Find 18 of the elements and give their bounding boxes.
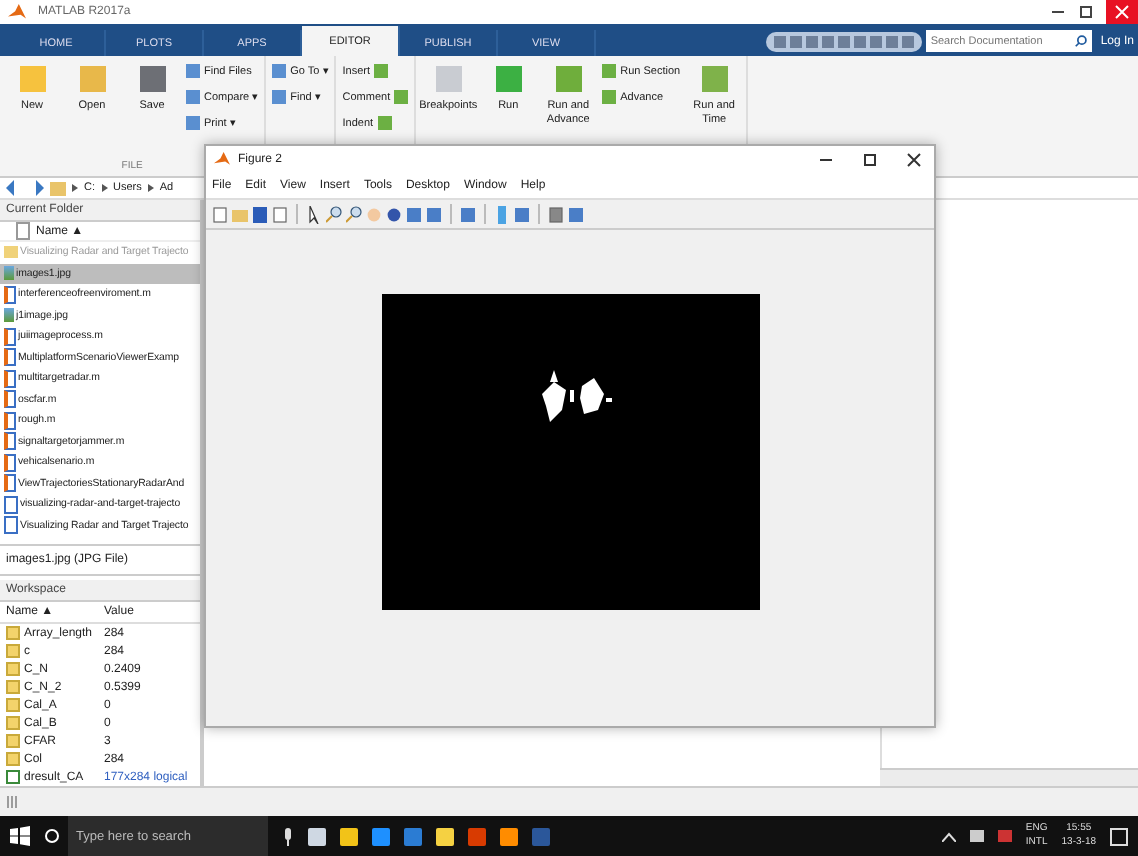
- command-prompt-icon: [6, 796, 20, 808]
- path-separator-icon: [72, 184, 78, 192]
- pointer-icon[interactable]: [306, 205, 322, 223]
- path-separator-icon: [101, 184, 107, 192]
- microphone-icon[interactable]: [282, 827, 294, 845]
- cortana-circle-icon[interactable]: [44, 828, 60, 844]
- zoomout-icon[interactable]: [346, 205, 362, 223]
- maximize-icon[interactable]: [862, 152, 878, 168]
- windows-start-icon[interactable]: [10, 826, 30, 846]
- close-icon[interactable]: [906, 152, 922, 168]
- zoomin-icon[interactable]: [326, 205, 342, 223]
- up-chevron-icon[interactable]: [941, 831, 956, 841]
- matlab-logo-icon: [214, 152, 230, 168]
- restore-icon[interactable]: [1078, 4, 1094, 20]
- notification-icon[interactable]: [1110, 827, 1128, 845]
- path-separator-icon: [147, 184, 154, 192]
- new-icon[interactable]: [212, 205, 228, 223]
- search-icon: [1070, 30, 1093, 52]
